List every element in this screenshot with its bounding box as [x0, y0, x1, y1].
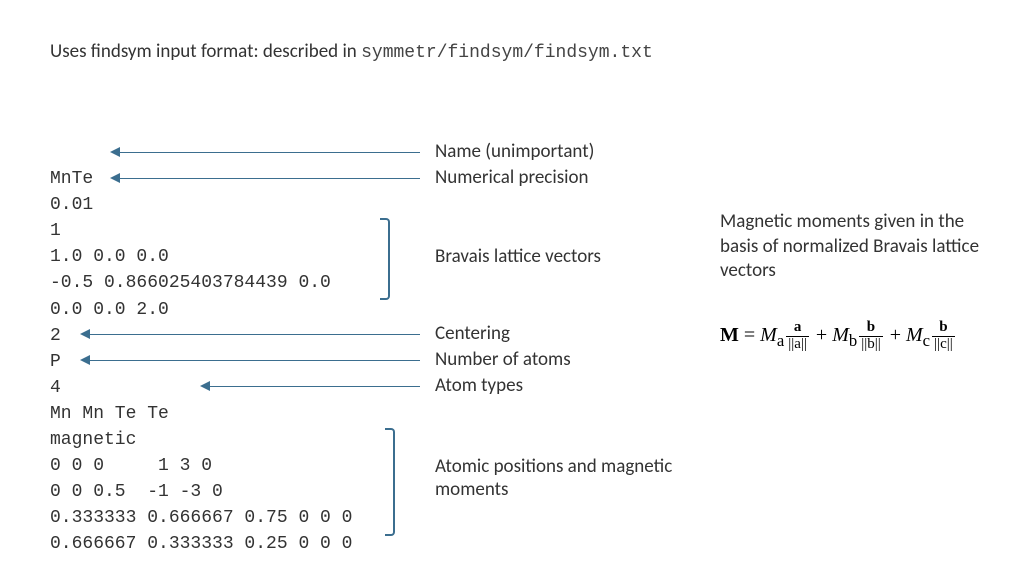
annotation-lattice: Bravais lattice vectors	[435, 245, 601, 268]
code-line: -0.5 0.866025403784439 0.0	[50, 273, 331, 293]
code-line: 4	[50, 378, 61, 398]
annotation-num-atoms: Number of atoms	[435, 348, 571, 371]
arrow-icon	[80, 355, 90, 365]
annotation-positions: Atomic positions and magnetic moments	[435, 455, 685, 501]
arrow-line	[210, 386, 420, 387]
eq-a-sub: a	[777, 331, 784, 350]
eq-Mc: M	[906, 324, 923, 346]
side-note-magnetic: Magnetic moments given in the basis of n…	[720, 210, 990, 284]
arrow-icon	[110, 173, 120, 183]
arrow-line	[90, 334, 420, 335]
eq-equals: =	[739, 324, 760, 346]
annotation-name: Name (unimportant)	[435, 140, 594, 163]
code-line: MnTe	[50, 169, 93, 189]
header-path: symmetr/findsym/findsym.txt	[361, 43, 653, 63]
eq-plus: +	[811, 324, 832, 346]
header-prefix: Uses findsym input format: described in	[50, 40, 361, 63]
eq-M: M	[720, 324, 739, 346]
arrow-icon	[80, 329, 90, 339]
code-line: P	[50, 352, 61, 372]
arrow-icon	[110, 147, 120, 157]
code-line: 1.0 0.0 0.0	[50, 247, 169, 267]
header-line: Uses findsym input format: described in …	[50, 40, 653, 63]
code-line: 0.666667 0.333333 0.25 0 0 0	[50, 534, 352, 554]
eq-Mb: M	[832, 324, 849, 346]
input-file-code: MnTe 0.01 1 1.0 0.0 0.0 -0.5 0.866025403…	[50, 140, 352, 558]
bracket-icon	[385, 428, 395, 536]
annotation-centering: Centering	[435, 322, 510, 345]
eq-plus2: +	[885, 324, 906, 346]
code-line: Mn Mn Te Te	[50, 404, 169, 424]
eq-b-sub: b	[849, 331, 857, 350]
arrow-line	[120, 152, 420, 153]
eq-c-sub: c	[923, 331, 930, 350]
bracket-icon	[380, 218, 390, 300]
code-line: 0.0 0.0 2.0	[50, 300, 169, 320]
annotation-precision: Numerical precision	[435, 166, 589, 189]
code-line: magnetic	[50, 430, 136, 450]
code-line: 0 0 0 1 3 0	[50, 456, 212, 476]
arrow-icon	[200, 381, 210, 391]
code-line: 0.333333 0.666667 0.75 0 0 0	[50, 508, 352, 528]
code-line: 1	[50, 221, 61, 241]
annotation-atom-types: Atom types	[435, 374, 523, 397]
equation-magnetic-moment: M = Maa||a|| + Mbb||b|| + Mcb||c||	[720, 320, 957, 353]
code-line: 2	[50, 326, 61, 346]
eq-Ma: M	[760, 324, 777, 346]
code-line: 0 0 0.5 -1 -3 0	[50, 482, 223, 502]
arrow-line	[90, 360, 420, 361]
code-line: 0.01	[50, 195, 93, 215]
arrow-line	[120, 178, 420, 179]
